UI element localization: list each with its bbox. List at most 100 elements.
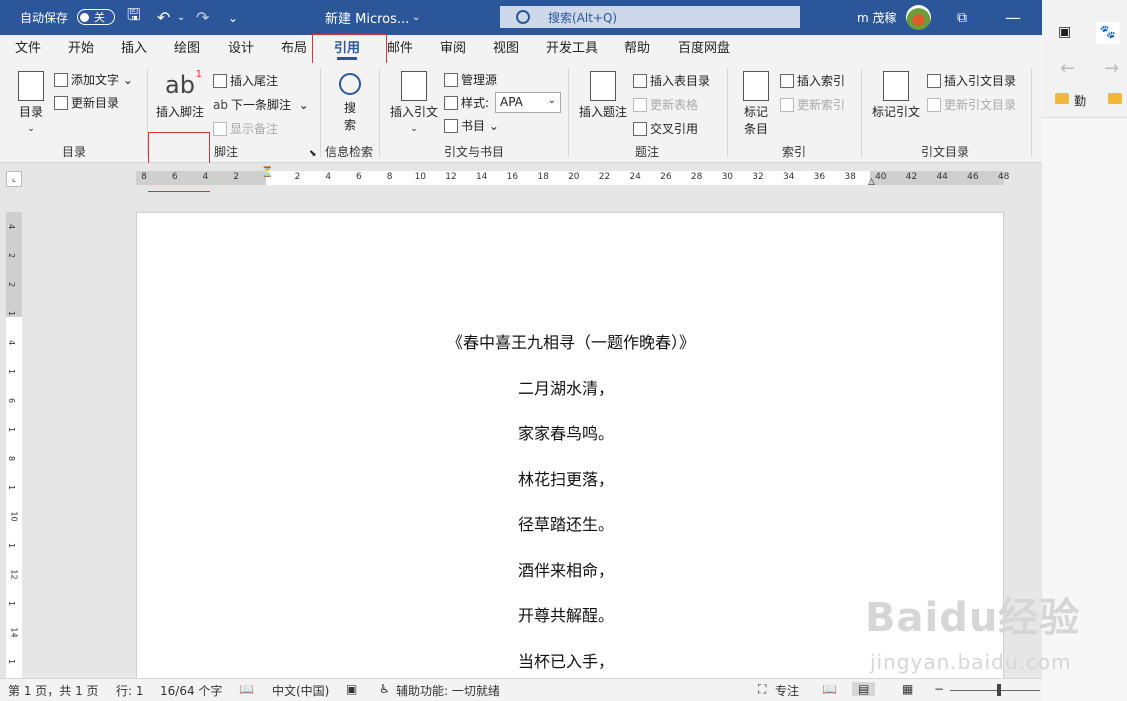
autosave-toggle[interactable]: 关	[77, 9, 115, 25]
ribbon-display-icon[interactable]: ⧉	[957, 0, 967, 35]
page-count[interactable]: 第 1 页，共 1 页	[8, 682, 99, 699]
forward-arrow-icon[interactable]: →	[1104, 58, 1119, 79]
redo-icon[interactable]: ↷	[196, 0, 209, 35]
language[interactable]: 中文(中国)	[272, 682, 329, 699]
update-table-of-authorities-button[interactable]: 更新引文目录	[927, 96, 1016, 113]
manage-sources-button[interactable]: 管理源	[444, 71, 497, 88]
web-layout-icon[interactable]: ▦	[902, 682, 913, 696]
ruler-tick-label: 10	[414, 172, 427, 182]
document-line[interactable]: 开尊共解酲。	[518, 602, 614, 626]
tab-file[interactable]: 文件	[13, 35, 43, 63]
bibliography-button[interactable]: 书目 ⌄	[444, 117, 499, 134]
read-mode-icon[interactable]: 📖	[822, 682, 837, 696]
ruler-tick-label: 42	[905, 172, 918, 182]
add-text-button[interactable]: 添加文字 ⌄	[54, 71, 133, 88]
citation-style-select[interactable]: APA ⌄	[495, 92, 561, 113]
document-line[interactable]: 径草踏还生。	[518, 511, 614, 535]
group-toa-label: 引文目录	[921, 145, 970, 159]
next-footnote-button[interactable]: ab 下一条脚注 ⌄	[213, 96, 309, 113]
user-name[interactable]: m 茂稼	[857, 0, 897, 35]
horizontal-ruler[interactable]: ⌞ ⏳ △ 8 6 4 2 2 4 6 8 10 12 14 16 18 20 22 24 26 28 30 32 34…	[0, 163, 1042, 191]
bookmark-folder-icon[interactable]	[1055, 93, 1069, 104]
save-icon[interactable]: 🖫	[127, 0, 141, 35]
document-line[interactable]: 林花扫更落，	[518, 466, 614, 490]
tab-help[interactable]: 帮助	[622, 35, 652, 63]
manage-sources-label: 管理源	[461, 73, 498, 87]
tab-insert[interactable]: 插入	[119, 35, 149, 63]
insert-table-of-authorities-button[interactable]: 插入引文目录	[927, 72, 1016, 89]
mark-citation-button[interactable]: 标记引文	[869, 71, 923, 120]
bookmark-folder-label[interactable]: 勤	[1074, 92, 1086, 109]
baidu-paw-icon[interactable]: 🐾	[1096, 22, 1120, 44]
mark-entry-label-top: 标记	[743, 105, 768, 119]
print-layout-icon[interactable]: ▤	[852, 682, 876, 696]
tab-developer[interactable]: 开发工具	[544, 35, 600, 63]
tab-review[interactable]: 审阅	[438, 35, 468, 63]
ruler-tick-label: 46	[967, 172, 979, 182]
accessibility-status[interactable]: 辅助功能: 一切就绪	[396, 682, 500, 699]
tab-layout[interactable]: 布局	[279, 35, 309, 63]
word-count[interactable]: 16/64 个字	[160, 682, 222, 699]
customize-qat-icon[interactable]: ⌄	[228, 0, 238, 35]
update-toa-icon	[927, 97, 941, 112]
update-index-button[interactable]: 更新索引	[780, 96, 845, 113]
document-line[interactable]: 酒伴来相命，	[518, 557, 614, 581]
tab-draw[interactable]: 绘图	[172, 35, 202, 63]
document-title[interactable]: 新建 Micros...	[325, 0, 409, 35]
line-number[interactable]: 行: 1	[116, 682, 144, 699]
tab-baidu-netdisk[interactable]: 百度网盘	[676, 35, 732, 63]
zoom-slider-thumb[interactable]	[997, 684, 1001, 696]
first-line-indent-marker[interactable]: ⏳	[261, 167, 273, 178]
proofing-icon[interactable]: 📖	[239, 682, 254, 696]
document-line[interactable]: 当杯已入手，	[518, 648, 614, 672]
insert-footnote-label: 插入脚注	[155, 105, 204, 119]
toc-button[interactable]: 目录 ⌄	[14, 71, 48, 134]
focus-mode[interactable]: 专注	[775, 682, 799, 699]
tab-layout-icon[interactable]: ▣	[1058, 24, 1071, 40]
zoom-out-icon[interactable]: −	[934, 682, 944, 696]
zoom-slider[interactable]	[950, 690, 1040, 691]
show-notes-icon	[213, 121, 227, 136]
focus-icon: ⛶	[758, 682, 767, 696]
show-notes-button[interactable]: 显示备注	[213, 120, 278, 137]
document-line[interactable]: 家家春鸟鸣。	[518, 420, 614, 444]
document-line[interactable]: 二月湖水清，	[518, 375, 614, 399]
insert-footnote-button[interactable]: ab 1 插入脚注	[152, 69, 208, 120]
undo-icon[interactable]: ↶	[157, 0, 170, 35]
back-arrow-icon[interactable]: ←	[1060, 58, 1075, 79]
bookmark-folder-icon-2[interactable]	[1108, 93, 1122, 104]
group-citations-label: 引文与书目	[444, 145, 505, 159]
tab-mailings[interactable]: 邮件	[385, 35, 415, 63]
update-table-button[interactable]: 更新表格	[633, 96, 698, 113]
title-dropdown-icon[interactable]: ⌄	[412, 0, 420, 35]
insert-caption-button[interactable]: 插入题注	[578, 71, 628, 120]
undo-dropdown-icon[interactable]: ⌄	[177, 0, 185, 35]
update-toc-button[interactable]: 更新目录	[54, 94, 119, 111]
insert-endnote-button[interactable]: 插入尾注	[213, 72, 278, 89]
tab-design[interactable]: 设计	[226, 35, 256, 63]
insert-endnote-label: 插入尾注	[230, 74, 279, 88]
macro-record-icon[interactable]: ▣	[346, 682, 357, 696]
mark-citation-label: 标记引文	[871, 105, 920, 119]
avatar[interactable]	[906, 5, 931, 30]
insert-table-of-figures-button[interactable]: 插入表目录	[633, 72, 710, 89]
add-text-icon	[54, 72, 68, 87]
search-box[interactable]: 搜索(Alt+Q)	[500, 6, 800, 28]
search-research-button[interactable]: 搜索	[331, 71, 369, 133]
footnote-dialog-launcher-icon[interactable]: ⬊	[309, 149, 317, 159]
autosave-state: 关	[94, 11, 105, 24]
title-bar: 自动保存 关 🖫 ↶ ⌄ ↷ ⌄ 新建 Micros... ⌄ 搜索(Alt+Q…	[0, 0, 1042, 35]
cross-reference-button[interactable]: 交叉引用	[633, 120, 698, 137]
vruler-tick-label: 4	[7, 223, 17, 230]
tab-view[interactable]: 视图	[491, 35, 521, 63]
mark-entry-button[interactable]: 标记 条目	[738, 71, 774, 137]
insert-index-button[interactable]: 插入索引	[780, 72, 845, 89]
tab-selector[interactable]: ⌞	[6, 171, 22, 187]
insert-caption-icon	[590, 71, 616, 101]
minimize-icon[interactable]: —	[1005, 0, 1021, 35]
vertical-ruler[interactable]: 4 2 2 1 4 1 6 1 8 1 10 1 12 1 14 1	[6, 212, 22, 682]
insert-citation-button[interactable]: 插入引文 ⌄	[388, 71, 440, 134]
tab-home[interactable]: 开始	[66, 35, 96, 63]
group-research-label: 信息检索	[325, 145, 374, 159]
document-line[interactable]: 《春中喜王九相寻（一题作晚春）》	[137, 329, 1005, 353]
